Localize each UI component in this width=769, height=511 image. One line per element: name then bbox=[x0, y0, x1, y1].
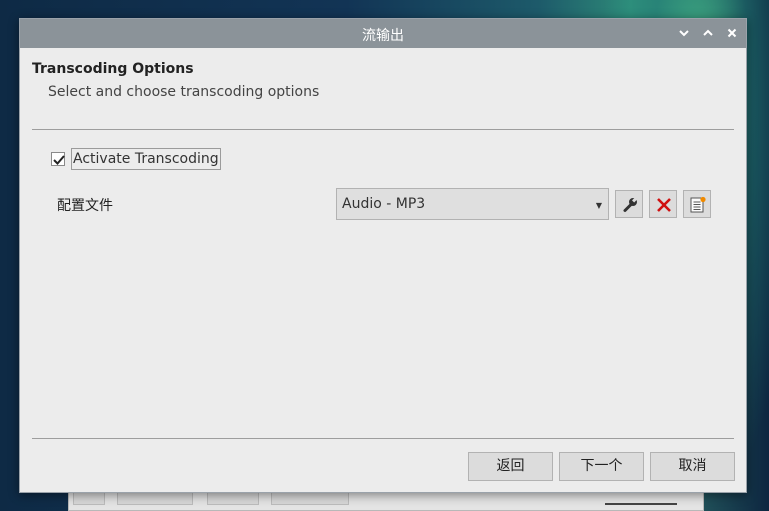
delete-icon bbox=[657, 198, 671, 212]
footer-divider bbox=[32, 438, 734, 439]
chevron-down-icon[interactable] bbox=[677, 26, 691, 40]
stream-output-dialog: 流输出 Transcoding Options Select and choos… bbox=[19, 18, 747, 493]
close-icon[interactable] bbox=[725, 26, 739, 40]
edit-profile-button[interactable] bbox=[615, 190, 643, 218]
title-bar: 流输出 bbox=[20, 19, 746, 48]
profile-label: 配置文件 bbox=[57, 198, 113, 214]
activate-transcoding-label[interactable]: Activate Transcoding bbox=[71, 148, 221, 170]
new-profile-icon bbox=[690, 196, 706, 213]
page-subheading: Select and choose transcoding options bbox=[48, 84, 320, 100]
header-divider bbox=[32, 129, 734, 130]
next-button[interactable]: 下一个 bbox=[559, 452, 644, 481]
dropdown-arrow-icon: ▼ bbox=[595, 201, 603, 210]
activate-transcoding-checkbox[interactable] bbox=[51, 152, 65, 166]
wrench-icon bbox=[623, 197, 637, 212]
cancel-button[interactable]: 取消 bbox=[650, 452, 735, 481]
profile-select-value: Audio - MP3 bbox=[342, 196, 426, 212]
page-heading: Transcoding Options bbox=[32, 61, 194, 77]
chevron-up-icon[interactable] bbox=[701, 26, 715, 40]
checkmark-icon bbox=[53, 155, 65, 165]
delete-profile-button[interactable] bbox=[649, 190, 677, 218]
profile-select[interactable]: Audio - MP3 ▼ bbox=[336, 188, 609, 220]
new-profile-button[interactable] bbox=[683, 190, 711, 218]
back-button[interactable]: 返回 bbox=[468, 452, 553, 481]
window-title: 流输出 bbox=[362, 28, 404, 44]
